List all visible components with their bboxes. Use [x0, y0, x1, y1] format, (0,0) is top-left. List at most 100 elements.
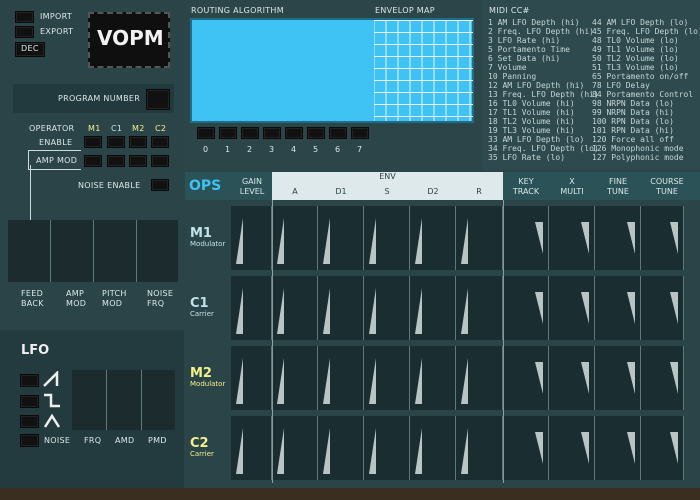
algo-button-0[interactable]: [197, 127, 215, 139]
op-m1-env-s-slider[interactable]: [364, 206, 410, 270]
lfo-triangle-toggle[interactable]: [20, 415, 39, 428]
op-m1-env-a-slider[interactable]: [272, 206, 318, 270]
algo-button-6[interactable]: [329, 127, 347, 139]
algo-button-3[interactable]: [263, 127, 281, 139]
ramp-icon: [369, 218, 376, 264]
export-toggle[interactable]: [15, 26, 34, 38]
feedback-knob[interactable]: [8, 220, 51, 282]
algo-button-5[interactable]: [307, 127, 325, 139]
op-c2-env-s-slider[interactable]: [364, 416, 410, 480]
midi-cc-item: 120 Force all off: [592, 135, 674, 144]
ramp-icon: [581, 222, 589, 254]
routing-title: ROUTING ALGORITHM: [191, 6, 284, 15]
col-c2: C2: [155, 124, 167, 133]
op-m2-env-d1-slider[interactable]: [318, 346, 364, 410]
op-m2-env-r-slider[interactable]: [456, 346, 503, 410]
op-c1-env-a-slider[interactable]: [272, 276, 318, 340]
op-c2-env-a-slider[interactable]: [272, 416, 318, 480]
op-m1-course-tune-slider[interactable]: [641, 206, 684, 270]
ramp-icon: [323, 288, 330, 334]
ampmod-knob[interactable]: [51, 220, 94, 282]
op-c2-env-d2-slider[interactable]: [410, 416, 456, 480]
op-c2-env-d1-slider[interactable]: [318, 416, 364, 480]
op-m2-fine-tune-slider[interactable]: [595, 346, 641, 410]
op-m1-env-r-slider[interactable]: [456, 206, 503, 270]
op-c2-env-r-slider[interactable]: [456, 416, 503, 480]
op-role-c2: Carrier: [190, 450, 214, 458]
ramp-icon: [627, 292, 635, 324]
op-m1-key-track-slider[interactable]: [503, 206, 549, 270]
algo-button-2[interactable]: [241, 127, 259, 139]
ramp-icon: [670, 432, 678, 464]
op-m2-key-track-slider[interactable]: [503, 346, 549, 410]
op-c2-x-multi-slider[interactable]: [549, 416, 595, 480]
enable-m1[interactable]: [84, 136, 102, 148]
col-m2: M2: [132, 124, 145, 133]
op-c1-env-d1-slider[interactable]: [318, 276, 364, 340]
vopm-logo: VOPM: [88, 12, 170, 68]
ramp-icon: [236, 428, 243, 474]
op-m2-env-d2-slider[interactable]: [410, 346, 456, 410]
ampmod-m2[interactable]: [129, 155, 147, 167]
op-m1-env-d2-slider[interactable]: [410, 206, 456, 270]
op-m2-env-s-slider[interactable]: [364, 346, 410, 410]
ramp-icon: [535, 362, 543, 394]
op-m2-x-multi-slider[interactable]: [549, 346, 595, 410]
ramp-icon: [535, 292, 543, 324]
midi-cc-item: 98 NRPN Data (lo): [592, 99, 674, 108]
ramp-icon: [415, 288, 422, 334]
op-m1-fine-tune-slider[interactable]: [595, 206, 641, 270]
env-r-header: R: [476, 187, 482, 196]
op-c1-gain-slider[interactable]: [231, 276, 272, 340]
lfo-square-toggle[interactable]: [20, 395, 39, 408]
env-s-header: S: [384, 187, 390, 196]
op-m1-gain-slider[interactable]: [231, 206, 272, 270]
op-c1-fine-tune-slider[interactable]: [595, 276, 641, 340]
midi-cc-item: 13 Freq. LFO Depth (hi): [488, 90, 599, 99]
op-c1-env-s-slider[interactable]: [364, 276, 410, 340]
midi-cc-item: 19 TL3 Volume (hi): [488, 126, 575, 135]
op-c1-key-track-slider[interactable]: [503, 276, 549, 340]
op-m2-env-a-slider[interactable]: [272, 346, 318, 410]
import-toggle[interactable]: [15, 11, 34, 23]
midi-cc-item: 48 TL0 Volume (lo): [592, 36, 679, 45]
op-c2-fine-tune-slider[interactable]: [595, 416, 641, 480]
op-c1-course-tune-slider[interactable]: [641, 276, 684, 340]
pitchmod-knob[interactable]: [94, 220, 137, 282]
program-number-display[interactable]: [146, 89, 170, 110]
midi-cc-item: 33 AM LFO Depth (lo): [488, 135, 585, 144]
lfo-pmd-knob[interactable]: [142, 370, 175, 430]
ampmod-c1[interactable]: [107, 155, 125, 167]
algo-button-4[interactable]: [285, 127, 303, 139]
ampmod-m1[interactable]: [84, 155, 102, 167]
op-m2-course-tune-slider[interactable]: [641, 346, 684, 410]
noisefrq-knob[interactable]: [137, 220, 178, 282]
op-m1-env-d1-slider[interactable]: [318, 206, 364, 270]
enable-c2[interactable]: [151, 136, 169, 148]
algo-button-7[interactable]: [351, 127, 369, 139]
noise-enable-toggle[interactable]: [151, 179, 169, 191]
footer-strip: [0, 488, 700, 500]
ramp-icon: [627, 222, 635, 254]
algo-button-1[interactable]: [219, 127, 237, 139]
op-m1-x-multi-slider[interactable]: [549, 206, 595, 270]
enable-m2[interactable]: [129, 136, 147, 148]
lfo-saw-toggle[interactable]: [20, 374, 39, 387]
op-c2-gain-slider[interactable]: [231, 416, 272, 480]
lfo-noise-toggle[interactable]: [20, 434, 39, 447]
op-c1-env-r-slider[interactable]: [456, 276, 503, 340]
op-c2-key-track-slider[interactable]: [503, 416, 549, 480]
midi-cc-item: 45 Freq. LFO Depth (lo): [592, 27, 700, 36]
enable-c1[interactable]: [107, 136, 125, 148]
op-c1-env-d2-slider[interactable]: [410, 276, 456, 340]
op-name-c1: C1: [190, 296, 209, 311]
lfo-frq-knob[interactable]: [72, 370, 107, 430]
midi-list-left: 1 AM LFO Depth (hi) 2 Freq. LFO Depth (hi…: [488, 18, 599, 162]
op-c1-x-multi-slider[interactable]: [549, 276, 595, 340]
op-m2-gain-slider[interactable]: [231, 346, 272, 410]
ramp-icon: [323, 428, 330, 474]
algo-label-0: 0: [203, 145, 209, 154]
ampmod-c2[interactable]: [151, 155, 169, 167]
op-c2-course-tune-slider[interactable]: [641, 416, 684, 480]
lfo-amd-knob[interactable]: [107, 370, 142, 430]
